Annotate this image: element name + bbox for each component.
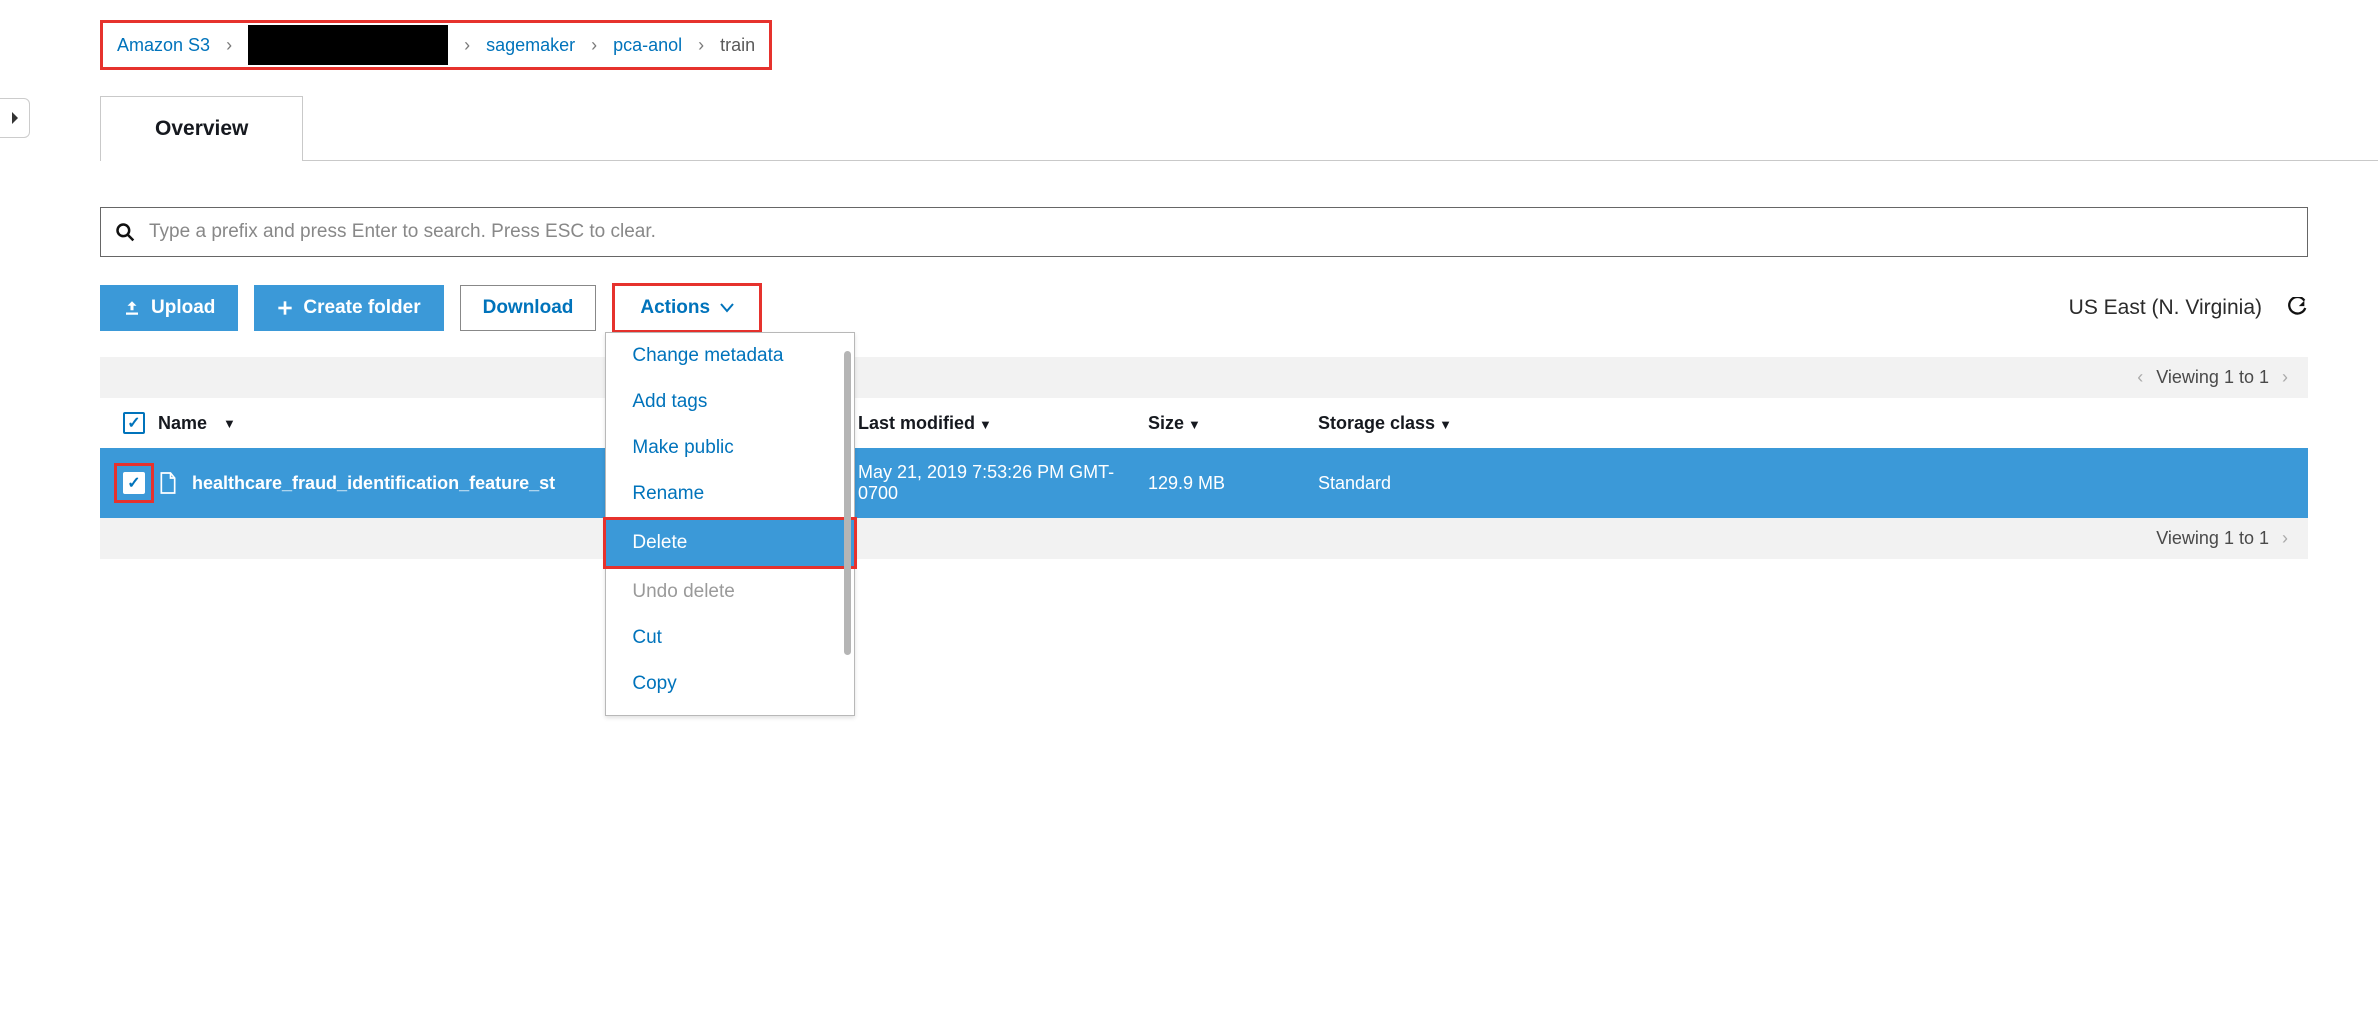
viewing-range-text: Viewing 1 to 1 <box>2156 528 2269 548</box>
actions-dropdown-menu: Change metadata Add tags Make public Ren… <box>605 332 855 716</box>
search-box[interactable] <box>100 207 2308 257</box>
download-button[interactable]: Download <box>460 285 597 331</box>
breadcrumb-bucket-redacted[interactable] <box>248 25 448 65</box>
action-make-public[interactable]: Make public <box>606 425 854 471</box>
download-label: Download <box>483 297 574 319</box>
chevron-right-icon: › <box>2282 367 2288 387</box>
select-all-checkbox[interactable] <box>123 412 145 434</box>
viewing-range-top: ‹ Viewing 1 to 1 › <box>100 357 2308 398</box>
create-folder-label: Create folder <box>303 297 420 319</box>
upload-icon <box>123 299 141 317</box>
chevron-left-icon: ‹ <box>2137 367 2143 387</box>
sidebar-expand-handle[interactable] <box>0 98 30 138</box>
chevron-right-icon: › <box>591 35 597 56</box>
object-size: 129.9 MB <box>1148 473 1318 494</box>
viewing-range-text: Viewing 1 to 1 <box>2156 367 2269 387</box>
column-header-storage-class-label: Storage class <box>1318 413 1435 433</box>
breadcrumb-item-pca-anol[interactable]: pca-anol <box>613 35 682 56</box>
column-header-last-modified-label: Last modified <box>858 413 975 433</box>
sort-caret-icon: ▼ <box>1188 417 1201 432</box>
table-row[interactable]: healthcare_fraud_identification_feature_… <box>100 448 2308 518</box>
actions-label: Actions <box>640 297 710 319</box>
upload-button[interactable]: Upload <box>100 285 238 331</box>
object-last-modified: May 21, 2019 7:53:26 PM GMT-0700 <box>858 462 1148 504</box>
column-header-size-label: Size <box>1148 413 1184 433</box>
caret-right-icon <box>10 111 20 125</box>
column-header-storage-class[interactable]: Storage class ▼ <box>1318 413 2298 434</box>
action-cut[interactable]: Cut <box>606 615 854 661</box>
action-copy[interactable]: Copy <box>606 661 854 707</box>
breadcrumb-root[interactable]: Amazon S3 <box>117 35 210 56</box>
plus-icon <box>277 300 293 316</box>
sort-caret-icon: ▼ <box>223 416 236 431</box>
breadcrumb-item-sagemaker[interactable]: sagemaker <box>486 35 575 56</box>
chevron-right-icon: › <box>226 35 232 56</box>
sort-caret-icon: ▼ <box>1439 417 1452 432</box>
tab-overview[interactable]: Overview <box>100 96 303 161</box>
object-storage-class: Standard <box>1318 473 2298 494</box>
search-input[interactable] <box>149 221 2293 243</box>
chevron-right-icon: › <box>2282 528 2288 548</box>
chevron-down-icon <box>720 303 734 313</box>
create-folder-button[interactable]: Create folder <box>254 285 443 331</box>
object-name[interactable]: healthcare_fraud_identification_feature_… <box>192 473 555 494</box>
column-header-size[interactable]: Size ▼ <box>1148 413 1318 434</box>
action-rename[interactable]: Rename <box>606 471 854 517</box>
region-label: US East (N. Virginia) <box>2069 296 2262 320</box>
chevron-right-icon: › <box>698 35 704 56</box>
refresh-icon <box>2286 297 2308 319</box>
action-change-metadata[interactable]: Change metadata <box>606 333 854 379</box>
row-checkbox[interactable] <box>123 472 145 494</box>
chevron-right-icon: › <box>464 35 470 56</box>
actions-dropdown-button[interactable]: Actions <box>617 288 757 328</box>
sort-caret-icon: ▼ <box>979 417 992 432</box>
breadcrumb: Amazon S3 › › sagemaker › pca-anol › tra… <box>100 20 772 70</box>
viewing-range-bottom: Viewing 1 to 1 › <box>100 518 2308 559</box>
column-header-name-label: Name <box>158 413 207 434</box>
object-table: ‹ Viewing 1 to 1 › Name▼ Last modified▼ … <box>100 357 2308 559</box>
refresh-button[interactable] <box>2286 297 2308 319</box>
action-delete[interactable]: Delete <box>606 520 854 566</box>
upload-label: Upload <box>151 297 215 319</box>
breadcrumb-item-train: train <box>720 35 755 56</box>
column-header-last-modified[interactable]: Last modified ▼ <box>858 413 1148 434</box>
file-icon <box>158 471 178 495</box>
action-add-tags[interactable]: Add tags <box>606 379 854 425</box>
search-icon <box>115 222 135 242</box>
action-undo-delete: Undo delete <box>606 569 854 615</box>
